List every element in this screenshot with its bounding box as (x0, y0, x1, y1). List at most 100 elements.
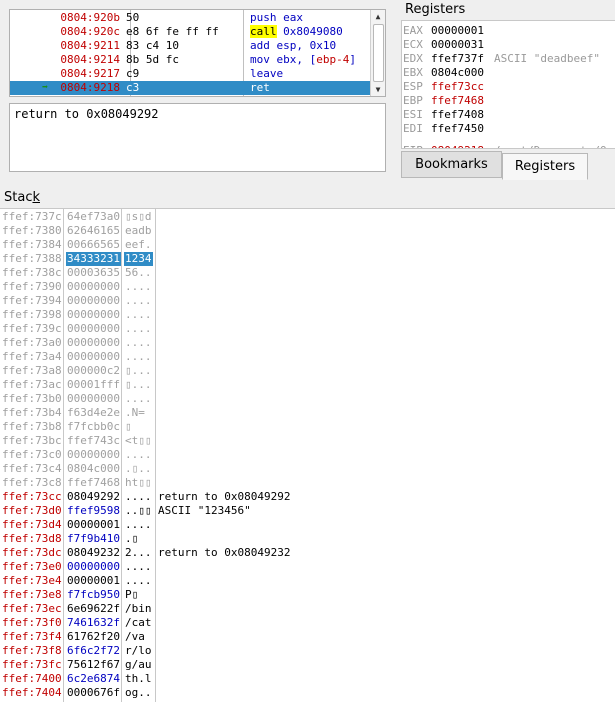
stack-comment: return to 0x08049292 (158, 490, 291, 503)
stack-value: 62646165 (67, 224, 120, 237)
stack-ascii: /cat (125, 616, 152, 629)
stack-address: ffef:73d4 (2, 518, 62, 531)
stack-address: ffef:73a0 (2, 336, 62, 349)
stack-value: 6c2e6874 (67, 672, 120, 685)
stack-value: ffef743c (67, 434, 120, 447)
scroll-up-icon[interactable]: ▲ (371, 10, 385, 23)
stack-address: ffef:739c (2, 322, 62, 335)
stack-view[interactable]: ffef:737c 64ef73a0 ▯s▯d ffef:7380 62646165 ea… (0, 208, 615, 702)
stack-ascii: .... (125, 574, 152, 587)
instruction-text: add esp, 0x10 (250, 39, 336, 53)
column-divider (155, 209, 156, 702)
current-instruction-arrow-icon: ➡ (42, 82, 49, 93)
stack-address: ffef:73fc (2, 658, 62, 671)
stack-ascii: ▯ (125, 420, 132, 433)
instruction-mnemonic: ret (250, 81, 270, 94)
register-name: ECX (403, 38, 423, 51)
scroll-down-icon[interactable]: ▼ (371, 83, 385, 96)
stack-ascii: P▯ (125, 588, 139, 601)
stack-ascii: ▯... (125, 378, 152, 391)
stack-value: 00000001 (67, 574, 120, 587)
tab-registers[interactable]: Registers (502, 153, 588, 180)
tab-bookmarks[interactable]: Bookmarks (401, 151, 502, 178)
stack-value: 08049292 (67, 490, 120, 503)
instruction-operand: 0x8049080 (283, 25, 343, 38)
instruction-bytes: 83 c4 10 (126, 39, 179, 52)
register-value: 08049218 (431, 144, 484, 148)
stack-value: 6f6c2f72 (67, 644, 120, 657)
stack-ascii: .... (125, 448, 152, 461)
stack-address: ffef:73e8 (2, 588, 62, 601)
stack-address: ffef:73f0 (2, 616, 62, 629)
disassembly-row[interactable]: 0804:9217 c9 leave (10, 67, 372, 81)
stack-address: ffef:73c8 (2, 476, 62, 489)
stack-address: ffef:7388 (2, 252, 62, 265)
stack-ascii: ▯... (125, 364, 152, 377)
stack-address: ffef:73a8 (2, 364, 62, 377)
stack-value: 75612f67 (67, 658, 120, 671)
scroll-thumb[interactable] (373, 24, 384, 82)
disassembly-scrollbar[interactable]: ▲ ▼ (370, 10, 385, 96)
register-value: 00000001 (431, 24, 484, 37)
stack-ascii: 2... (125, 546, 152, 559)
disassembly-row[interactable]: 0804:920b 50 push eax (10, 11, 372, 25)
stack-address: ffef:738c (2, 266, 62, 279)
instruction-operand: ] (349, 53, 356, 66)
stack-value: f63d4e2e (67, 406, 120, 419)
stack-value: f7fcb950 (67, 588, 120, 601)
column-divider (63, 209, 64, 702)
stack-ascii: /va (125, 630, 145, 643)
disassembly-row[interactable]: ➡ 0804:9218 c3 ret (10, 81, 372, 95)
stack-value: 00000000 (67, 294, 120, 307)
register-name: EDX (403, 52, 423, 65)
disassembly-view[interactable]: 0804:920b 50 push eax 0804:920c e8 6f fe ff … (9, 9, 386, 97)
register-name: EBP (403, 94, 423, 107)
register-name: ESP (403, 80, 423, 93)
instruction-operand: eax (283, 11, 303, 24)
instruction-address: 0804:920b (60, 11, 120, 24)
register-value: ffef7468 (431, 94, 484, 107)
stack-ascii: .N= (125, 406, 145, 419)
stack-value: f7fcbb0c (67, 420, 120, 433)
instruction-operand: esp (276, 39, 297, 52)
stack-address: ffef:73d0 (2, 504, 62, 517)
instruction-address: 0804:920c (60, 25, 120, 38)
stack-value: ffef7468 (67, 476, 120, 489)
register-name: EIP (403, 144, 423, 148)
registers-title: Registers (405, 2, 466, 17)
stack-address: ffef:73dc (2, 546, 62, 559)
stack-ascii: .... (125, 518, 152, 531)
stack-address: ffef:73b8 (2, 420, 62, 433)
instruction-mnemonic: add (250, 39, 270, 52)
instruction-operand: ebx (276, 53, 297, 66)
disassembly-row[interactable]: 0804:920c e8 6f fe ff ff call 0x8049080 (10, 25, 372, 39)
stack-address: ffef:7380 (2, 224, 62, 237)
stack-value: 00000000 (67, 336, 120, 349)
stack-value: 000000c2 (67, 364, 120, 377)
stack-value: 08049232 (67, 546, 120, 559)
instruction-address: 0804:9214 (60, 53, 120, 66)
stack-ascii: g/au (125, 658, 152, 671)
stack-address: ffef:7400 (2, 672, 62, 685)
disassembly-row[interactable]: 0804:9214 8b 5d fc mov ebx, [ebp-4] (10, 53, 372, 67)
stack-value: 0804c000 (67, 462, 120, 475)
stack-address: ffef:7398 (2, 308, 62, 321)
stack-value: 00000000 (67, 350, 120, 363)
instruction-operand: , 0x10 (296, 39, 337, 52)
stack-value: 64ef73a0 (67, 210, 120, 223)
stack-address: ffef:73cc (2, 490, 62, 503)
stack-ascii: .... (125, 294, 152, 307)
stack-value: 61762f20 (67, 630, 120, 643)
stack-address: ffef:73b4 (2, 406, 62, 419)
instruction-bytes: c9 (126, 67, 140, 80)
instruction-address: 0804:9211 (60, 39, 120, 52)
registers-view[interactable]: EAX 00000001 ECX 00000031 EDX ffef737f ASCII "… (401, 20, 615, 149)
instruction-address: 0804:9218 (60, 81, 120, 94)
stack-ascii: .... (125, 322, 152, 335)
stack-value: 00003635 (67, 266, 120, 279)
stack-ascii: .... (125, 490, 152, 503)
instruction-text: call 0x8049080 (250, 25, 343, 39)
stack-address: ffef:73f8 (2, 644, 62, 657)
disassembly-row[interactable]: 0804:9211 83 c4 10 add esp, 0x10 (10, 39, 372, 53)
stack-address: ffef:737c (2, 210, 62, 223)
